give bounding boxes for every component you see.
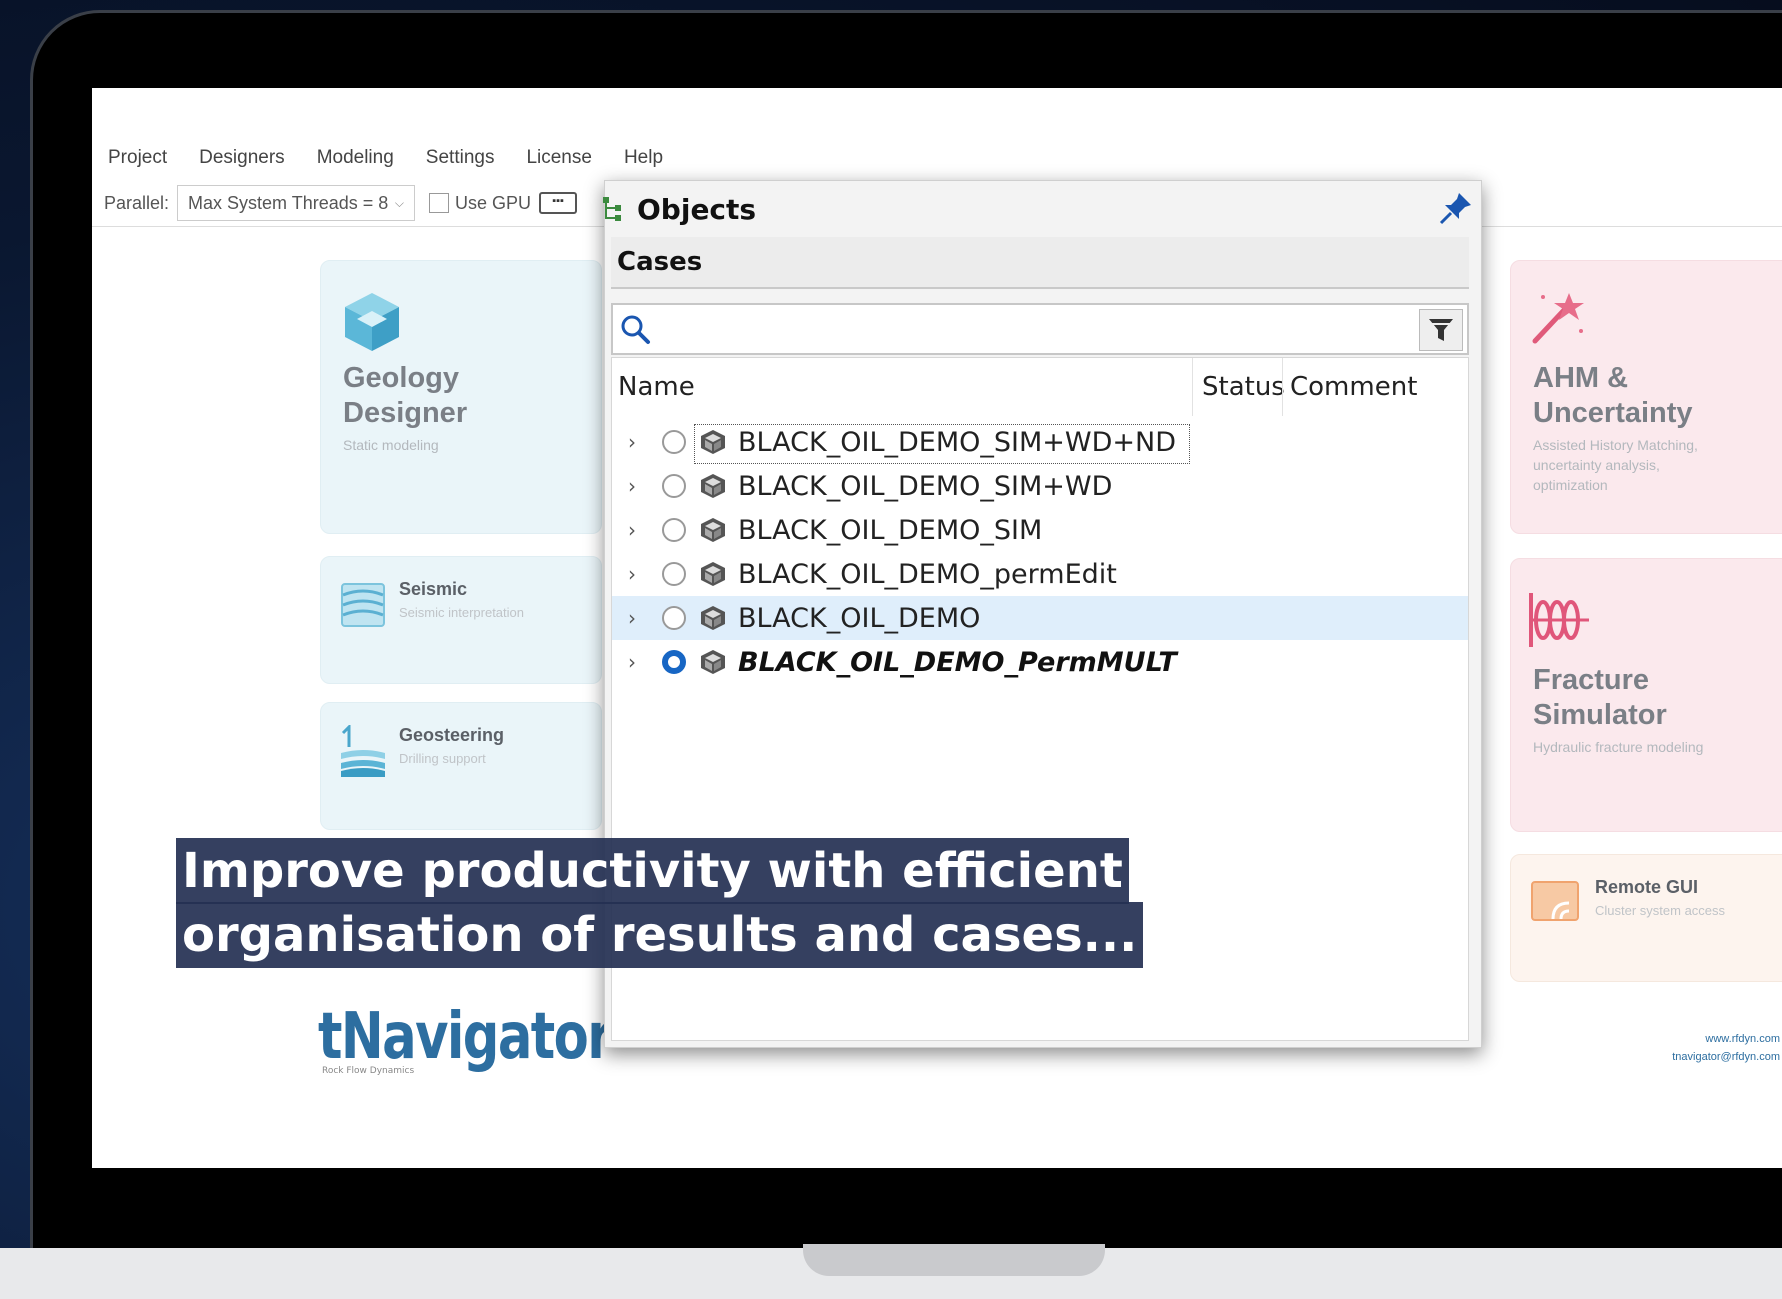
search-icon xyxy=(621,315,650,344)
seismic-icon xyxy=(341,583,385,627)
filter-button[interactable] xyxy=(1419,309,1463,351)
case-row[interactable]: › BLACK_OIL_DEMO_SIM+WD+ND xyxy=(612,420,1468,464)
case-radio[interactable] xyxy=(662,518,686,542)
menu-license[interactable]: License xyxy=(510,143,608,173)
case-model-icon xyxy=(701,562,725,586)
fracture-simulator-subtitle: Hydraulic fracture modeling xyxy=(1533,739,1704,755)
fracture-simulator-title: Fracture Simulator xyxy=(1533,664,1667,731)
app-screen: Project Designers Modeling Settings Lice… xyxy=(92,88,1782,1168)
case-radio[interactable] xyxy=(662,430,686,454)
chevron-right-icon[interactable]: › xyxy=(618,562,646,586)
menu-modeling[interactable]: Modeling xyxy=(301,143,410,173)
menu-help[interactable]: Help xyxy=(608,143,679,173)
case-model-icon xyxy=(701,650,725,674)
case-radio[interactable] xyxy=(662,606,686,630)
case-name: BLACK_OIL_DEMO xyxy=(738,602,981,634)
objects-panel-title: Objects xyxy=(637,192,757,226)
parallel-label: Parallel: xyxy=(104,192,170,213)
magic-wand-icon xyxy=(1532,293,1584,344)
geosteering-card[interactable]: Geosteering Drilling support xyxy=(320,702,602,830)
use-gpu-label: Use GPU xyxy=(455,192,532,213)
geosteering-subtitle: Drilling support xyxy=(399,751,486,766)
case-radio[interactable] xyxy=(662,474,686,498)
contact-email[interactable]: tnavigator@rfdyn.com xyxy=(1672,1048,1780,1066)
menu-settings[interactable]: Settings xyxy=(410,143,511,173)
column-separator[interactable] xyxy=(1282,358,1283,416)
tree-icon xyxy=(603,197,621,221)
remote-gui-subtitle: Cluster system access xyxy=(1595,903,1726,918)
threads-select[interactable]: Max System Threads = 8 ⌵ xyxy=(177,185,416,221)
threads-value: Max System Threads = 8 xyxy=(188,192,389,213)
chevron-right-icon[interactable]: › xyxy=(618,650,646,674)
laptop-notch xyxy=(803,1244,1105,1276)
chevron-down-icon: ⌵ xyxy=(394,195,405,210)
menu-bar: Project Designers Modeling Settings Lice… xyxy=(92,143,679,173)
column-header-status[interactable]: Status xyxy=(1202,358,1285,416)
menu-project[interactable]: Project xyxy=(92,143,183,173)
column-header-name[interactable]: Name xyxy=(618,358,695,416)
caption-line-1: Improve productivity with efficient xyxy=(176,838,1129,904)
pin-icon[interactable] xyxy=(1439,191,1473,225)
contact-web[interactable]: www.rfdyn.com xyxy=(1672,1030,1780,1048)
gpu-icon[interactable]: ▪▪▪ xyxy=(539,192,578,214)
video-caption: Improve productivity with efficient orga… xyxy=(176,838,1144,968)
ahm-uncertainty-subtitle: Assisted History Matching, uncertainty a… xyxy=(1533,437,1698,493)
use-gpu-toggle[interactable]: Use GPU xyxy=(429,193,531,214)
case-row[interactable]: › BLACK_OIL_DEMO_SIM xyxy=(612,508,1468,552)
fracture-simulator-card[interactable]: Fracture Simulator Hydraulic fracture mo… xyxy=(1510,558,1782,832)
chevron-right-icon[interactable]: › xyxy=(618,430,646,454)
drilling-rig-icon xyxy=(341,725,385,777)
geosteering-title: Geosteering xyxy=(399,725,505,745)
seismic-title: Seismic xyxy=(399,579,468,599)
filter-icon xyxy=(1429,319,1453,341)
case-search-input[interactable] xyxy=(663,309,1407,351)
geology-designer-title: Geology Designer xyxy=(343,362,468,429)
fracture-icon xyxy=(1529,593,1589,647)
case-model-icon xyxy=(701,474,725,498)
cases-section-label: Cases xyxy=(617,247,703,277)
case-search-bar xyxy=(611,303,1469,355)
case-row-active[interactable]: › BLACK_OIL_DEMO_PermMULT xyxy=(612,640,1468,684)
remote-gui-card[interactable]: Remote GUI Cluster system access xyxy=(1510,854,1782,982)
seismic-subtitle: Seismic interpretation xyxy=(399,605,524,620)
case-name: BLACK_OIL_DEMO_SIM+WD xyxy=(738,470,1113,502)
ahm-uncertainty-title: AHM & Uncertainty xyxy=(1533,362,1693,429)
chevron-right-icon[interactable]: › xyxy=(618,606,646,630)
case-row[interactable]: › BLACK_OIL_DEMO_permEdit xyxy=(612,552,1468,596)
case-name: BLACK_OIL_DEMO_PermMULT xyxy=(738,646,1177,678)
case-radio-active[interactable] xyxy=(662,650,686,674)
chevron-right-icon[interactable]: › xyxy=(618,474,646,498)
use-gpu-checkbox[interactable] xyxy=(429,193,450,213)
ahm-uncertainty-card[interactable]: AHM & Uncertainty Assisted History Match… xyxy=(1510,260,1782,534)
cases-section-header[interactable]: Cases xyxy=(611,237,1469,289)
focus-outline xyxy=(694,424,1190,464)
case-model-icon xyxy=(701,606,725,630)
case-row-selected[interactable]: › BLACK_OIL_DEMO xyxy=(612,596,1468,640)
remote-signal-icon xyxy=(1531,881,1579,921)
cube-icon xyxy=(345,293,399,351)
menu-designers[interactable]: Designers xyxy=(183,143,301,173)
contact-info: www.rfdyn.com tnavigator@rfdyn.com xyxy=(1672,1030,1780,1066)
chevron-right-icon[interactable]: › xyxy=(618,518,646,542)
case-row[interactable]: › BLACK_OIL_DEMO_SIM+WD xyxy=(612,464,1468,508)
case-model-icon xyxy=(701,518,725,542)
geology-designer-card[interactable]: Geology Designer Static modeling xyxy=(320,260,602,534)
caption-line-2: organisation of results and cases... xyxy=(176,902,1144,968)
column-header-comment[interactable]: Comment xyxy=(1290,358,1417,416)
seismic-card[interactable]: Seismic Seismic interpretation xyxy=(320,556,602,684)
case-name: BLACK_OIL_DEMO_permEdit xyxy=(738,558,1117,590)
logo-text: tNavigator xyxy=(318,1000,613,1074)
objects-panel-header: Objects xyxy=(603,181,1481,237)
column-separator[interactable] xyxy=(1192,358,1193,416)
case-name: BLACK_OIL_DEMO_SIM xyxy=(738,514,1043,546)
case-radio[interactable] xyxy=(662,562,686,586)
geology-designer-subtitle: Static modeling xyxy=(343,437,439,453)
remote-gui-title: Remote GUI xyxy=(1595,877,1699,897)
